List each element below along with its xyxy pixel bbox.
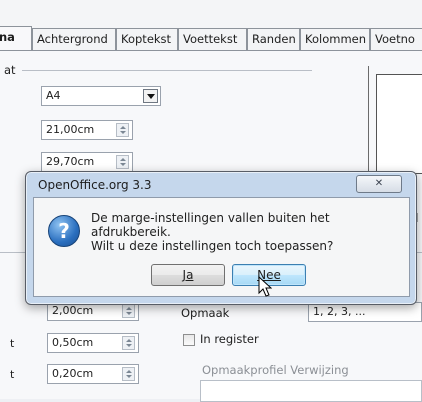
tab-label: Randen xyxy=(252,32,296,46)
preview-frame-line xyxy=(368,66,369,176)
height-value: 29,70cm xyxy=(46,155,95,168)
format-label: Opmaak xyxy=(181,306,230,320)
numbering-format-value: 1, 2, 3, ... xyxy=(313,305,366,318)
tab-label: Achtergrond xyxy=(37,32,108,46)
mouse-pointer-icon xyxy=(258,276,272,297)
width-spin-buttons[interactable] xyxy=(116,123,129,137)
tab-footnote[interactable]: Voetno xyxy=(370,28,422,50)
tab-label: Voettekst xyxy=(183,32,238,46)
margin-field-2[interactable]: 0,50cm xyxy=(47,333,139,353)
page-preview xyxy=(376,74,422,174)
margin-spin-buttons-3[interactable] xyxy=(122,367,135,381)
margin-label-2: t xyxy=(10,337,15,350)
tab-footer[interactable]: Voettekst xyxy=(178,28,247,50)
tab-label: Koptekst xyxy=(121,32,172,46)
tab-label: Kolommen xyxy=(305,32,367,46)
chevron-down-icon[interactable] xyxy=(143,89,158,103)
dialog-close-button[interactable]: ✕ xyxy=(356,175,402,193)
tab-page[interactable]: na xyxy=(0,26,32,51)
dialog-question: Wilt u deze instellingen toch toepassen? xyxy=(91,239,334,253)
margin-spin-buttons-2[interactable] xyxy=(122,336,135,350)
tab-borders[interactable]: Randen xyxy=(247,28,300,50)
margin-value-3: 0,20cm xyxy=(52,367,94,380)
height-field[interactable]: 29,70cm xyxy=(41,152,133,172)
question-icon: ? xyxy=(48,215,80,247)
tab-label: Voetno xyxy=(375,32,415,46)
margin-label-3: t xyxy=(10,368,15,381)
width-value: 21,00cm xyxy=(46,123,95,136)
register-checkbox[interactable] xyxy=(183,334,195,346)
dialog-body: ? De marge-instellingen vallen buiten he… xyxy=(33,197,410,297)
yes-button[interactable]: Ja xyxy=(151,264,225,286)
margin-field-3[interactable]: 0,20cm xyxy=(47,364,139,384)
height-spin-buttons[interactable] xyxy=(116,155,129,169)
margin-spin-buttons-1[interactable] xyxy=(122,304,135,318)
format-section-separator xyxy=(22,70,312,71)
paper-format-value: A4 xyxy=(46,89,61,102)
tab-columns[interactable]: Kolommen xyxy=(300,28,370,50)
margin-warning-dialog: OpenOffice.org 3.3 ✕ ? De marge-instelli… xyxy=(25,171,417,305)
dialog-title: OpenOffice.org 3.3 xyxy=(38,178,152,192)
tab-background[interactable]: Achtergrond xyxy=(32,28,116,50)
close-icon: ✕ xyxy=(374,178,384,189)
register-label: In register xyxy=(200,332,259,346)
format-section-label: at xyxy=(4,63,16,77)
margin-value-2: 0,50cm xyxy=(52,336,94,349)
tab-header[interactable]: Koptekst xyxy=(116,28,178,50)
margin-value-1: 2,00cm xyxy=(52,304,94,317)
tab-label: na xyxy=(0,30,15,44)
width-field[interactable]: 21,00cm xyxy=(41,120,133,140)
dialog-message: De marge-instellingen vallen buiten het … xyxy=(91,211,330,239)
paper-format-select[interactable]: A4 xyxy=(41,86,161,106)
numbering-format-select[interactable]: 1, 2, 3, ... xyxy=(308,302,422,322)
reference-style-label: Opmaakprofiel Verwijzing xyxy=(202,363,349,377)
yes-button-label: Ja xyxy=(182,268,194,282)
